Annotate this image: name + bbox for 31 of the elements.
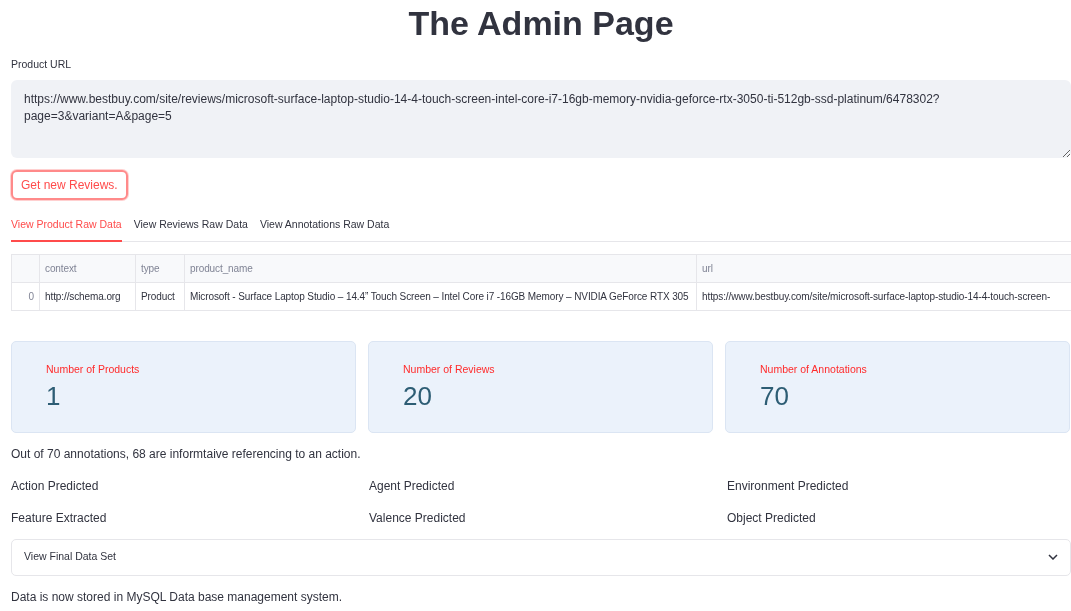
expander-label: View Final Data Set — [24, 549, 117, 565]
url-field[interactable]: https://www.bestbuy.com/site/reviews/microsoft-surface-laptop-studio-14-4-touch-screen-intel-core-i7-16gb-memory-nvidia-geforce-rtx-3050-ti-512gb-ssd-platinum/6478302?page=3&variant=A&page=5 — [11, 79, 1071, 158]
prediction-label: Object Predicted — [727, 509, 817, 527]
tab[interactable]: View Reviews Raw Data — [133, 212, 248, 242]
column-header: type — [135, 254, 185, 282]
table-cell: Product — [135, 282, 185, 310]
metric-label: Number of Products — [46, 361, 141, 377]
metric-value: 70 — [760, 380, 790, 413]
prediction-label: Environment Predicted — [727, 477, 850, 495]
metric-label: Number of Annotations — [760, 361, 868, 377]
row-index: 0 — [11, 282, 40, 310]
tab[interactable]: View Annotations Raw Data — [259, 212, 390, 242]
table-cell: http://schema.org — [39, 282, 136, 310]
metric-value: 1 — [46, 380, 62, 413]
summary-text: Out of 70 annotations, 68 are informtaive referencing to an action. — [11, 445, 362, 463]
prediction-label: Feature Extracted — [11, 509, 108, 527]
column-header: context — [39, 254, 136, 282]
column-header: product_name — [184, 254, 697, 282]
metric-label: Number of Reviews — [403, 361, 496, 377]
prediction-label: Action Predicted — [11, 477, 100, 495]
expander-header[interactable]: View Final Data Set — [11, 538, 1071, 576]
prediction-label: Agent Predicted — [369, 477, 456, 495]
table-header-cell — [11, 254, 40, 282]
column-header: url — [696, 254, 1071, 282]
chevron-icon — [1048, 554, 1058, 560]
metric-value: 20 — [403, 380, 433, 413]
page-title: The Admin Page — [407, 3, 675, 44]
footer-text: Data is now stored in MySQL Data base management system. — [11, 588, 344, 606]
prediction-label: Valence Predicted — [369, 509, 467, 527]
table-cell: Microsoft - Surface Laptop Studio – 14.4” Touch Screen – Intel Core i7 -16GB Memory – NVIDIA GeForce RTX 305 — [184, 282, 697, 310]
field-label: Product URL — [11, 57, 73, 72]
